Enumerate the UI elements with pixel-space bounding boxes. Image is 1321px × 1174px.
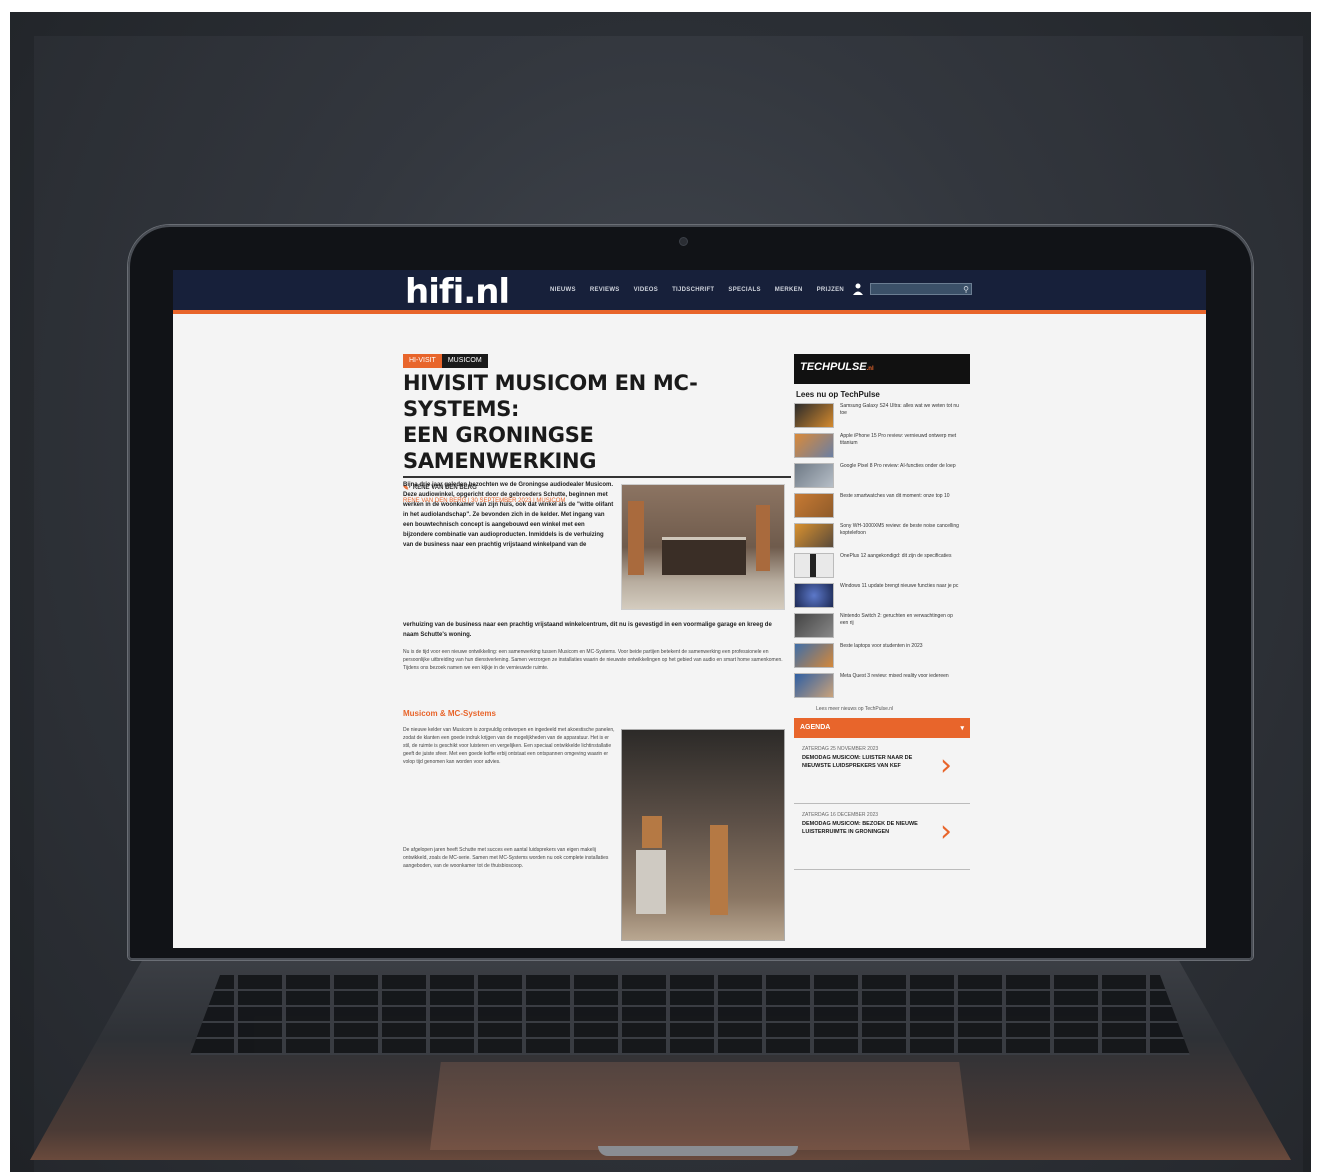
chevron-right-icon[interactable]: › <box>940 814 952 849</box>
laptop-notch <box>598 1146 798 1156</box>
tag-hivisit[interactable]: HI-VISIT <box>403 354 442 368</box>
news-thumbnail <box>794 553 834 578</box>
agenda-date: ZATERDAG 25 NOVEMBER 2023 <box>802 746 879 752</box>
news-title: Beste smartwatches van dit moment: onze … <box>840 493 950 499</box>
search-icon[interactable]: ⚲ <box>963 285 969 294</box>
sidebar-heading: Lees nu op TechPulse <box>796 390 880 399</box>
bookshelf-speaker <box>642 816 662 848</box>
news-thumbnail <box>794 523 834 548</box>
news-title: Google Pixel 8 Pro review: AI-functies o… <box>840 463 956 469</box>
list-item[interactable]: Nintendo Switch 2: geruchten en verwacht… <box>794 613 970 638</box>
article-paragraph: De nieuwe kelder van Musicom is zorgvuld… <box>403 727 615 765</box>
chevron-right-icon[interactable]: › <box>940 748 952 783</box>
techpulse-logo: TECHPULSE <box>800 361 867 373</box>
article-paragraph: Nu is de tijd voor een nieuwe ontwikkeli… <box>403 649 783 671</box>
menu-item-prijzen[interactable]: PRIJZEN <box>817 287 844 293</box>
news-thumbnail <box>794 613 834 638</box>
sidebar-news-list: Samsung Galaxy S24 Ultra: alles wat we w… <box>794 403 970 698</box>
list-item[interactable]: Windows 11 update brengt nieuwe functies… <box>794 583 970 608</box>
article-photo-hifi-setup[interactable] <box>621 484 785 610</box>
speaker-stand <box>636 850 666 914</box>
news-title: Windows 11 update brengt nieuwe functies… <box>840 583 959 589</box>
speaker-left <box>628 501 644 575</box>
agenda-header[interactable]: AGENDA ▾ <box>794 718 970 738</box>
news-title: OnePlus 12 aangekondigd: dit zijn de spe… <box>840 553 952 559</box>
laptop-trackpad <box>430 1062 970 1150</box>
chevron-down-icon: ▾ <box>960 725 964 732</box>
title-divider <box>403 476 791 478</box>
agenda-label: AGENDA <box>800 724 831 731</box>
audio-rack <box>662 537 746 575</box>
photo-frame: hifi.nl NIEUWS REVIEWS VIDEOS TIJDSCHRIF… <box>0 0 1321 1174</box>
list-item[interactable]: OnePlus 12 aangekondigd: dit zijn de spe… <box>794 553 970 578</box>
news-thumbnail <box>794 583 834 608</box>
menu-item-specials[interactable]: SPECIALS <box>728 287 760 293</box>
techpulse-banner[interactable]: TECHPULSE.nl <box>794 354 970 384</box>
keyboard-rows <box>190 975 1190 1055</box>
webcam-icon <box>679 237 688 246</box>
floorstanding-speaker <box>710 825 728 915</box>
search-input[interactable]: ⚲ <box>870 283 972 295</box>
article-title-line1: HIVISIT MUSICOM EN MC-SYSTEMS: <box>403 371 698 421</box>
user-icon[interactable] <box>853 283 863 295</box>
list-item[interactable]: Beste smartwatches van dit moment: onze … <box>794 493 970 518</box>
techpulse-suffix: .nl <box>866 366 874 372</box>
article-lead-continued: verhuizing van de business naar een prac… <box>403 622 772 638</box>
menu-item-reviews[interactable]: REVIEWS <box>590 287 620 293</box>
agenda-item[interactable]: ZATERDAG 25 NOVEMBER 2023 DEMODAG MUSICO… <box>794 746 970 804</box>
news-thumbnail <box>794 643 834 668</box>
more-news-link[interactable]: Lees meer nieuws op TechPulse.nl <box>816 706 970 712</box>
article-title-line2: EEN GRONINGSE SAMENWERKING <box>403 423 597 473</box>
news-title: Apple iPhone 15 Pro review: vernieuwd on… <box>840 433 957 446</box>
menu-item-nieuws[interactable]: NIEUWS <box>550 287 576 293</box>
laptop-lid: hifi.nl NIEUWS REVIEWS VIDEOS TIJDSCHRIF… <box>128 225 1253 960</box>
news-title: Beste laptops voor studenten in 2023 <box>840 643 923 649</box>
agenda-date: ZATERDAG 16 DECEMBER 2023 <box>802 812 879 818</box>
news-title: Sony WH-1000XM5 review: de beste noise c… <box>840 523 959 536</box>
list-item[interactable]: Samsung Galaxy S24 Ultra: alles wat we w… <box>794 403 970 428</box>
news-thumbnail <box>794 433 834 458</box>
list-item[interactable]: Apple iPhone 15 Pro review: vernieuwd on… <box>794 433 970 458</box>
menu-item-merken[interactable]: MERKEN <box>775 287 803 293</box>
tag-musicom[interactable]: MUSICOM <box>441 354 488 368</box>
list-item[interactable]: Beste laptops voor studenten in 2023 <box>794 643 970 668</box>
list-item[interactable]: Google Pixel 8 Pro review: AI-functies o… <box>794 463 970 488</box>
speaker-right <box>756 505 770 571</box>
site-navbar: hifi.nl NIEUWS REVIEWS VIDEOS TIJDSCHRIF… <box>173 270 1206 312</box>
news-title: Meta Quest 3 review: mixed reality voor … <box>840 673 949 679</box>
menu-item-videos[interactable]: VIDEOS <box>634 287 658 293</box>
article-lead: Bijna drie jaar geleden bezochten we de … <box>403 482 614 548</box>
menu-item-tijdschrift[interactable]: TIJDSCHRIFT <box>672 287 714 293</box>
site-logo[interactable]: hifi.nl <box>405 272 510 312</box>
agenda-title: DEMODAG MUSICOM: BEZOEK DE NIEUWE LUISTE… <box>802 821 918 835</box>
agenda-item[interactable]: ZATERDAG 16 DECEMBER 2023 DEMODAG MUSICO… <box>794 812 970 870</box>
sidebar: TECHPULSE.nl Lees nu op TechPulse Samsun… <box>794 354 970 870</box>
list-item[interactable]: Sony WH-1000XM5 review: de beste noise c… <box>794 523 970 548</box>
article-subheading: Musicom & MC-Systems <box>403 709 496 718</box>
article: HI-VISIT MUSICOM HIVISIT MUSICOM EN MC-S… <box>403 354 791 941</box>
laptop-screen: hifi.nl NIEUWS REVIEWS VIDEOS TIJDSCHRIF… <box>173 270 1206 948</box>
article-title: HIVISIT MUSICOM EN MC-SYSTEMS: EEN GRONI… <box>403 370 785 474</box>
news-thumbnail <box>794 463 834 488</box>
agenda-title: DEMODAG MUSICOM: LUISTER NAAR DE NIEUWST… <box>802 755 913 769</box>
news-thumbnail <box>794 493 834 518</box>
news-title: Samsung Galaxy S24 Ultra: alles wat we w… <box>840 403 959 416</box>
article-paragraph: De afgelopen jaren heeft Schutte met suc… <box>403 847 609 869</box>
article-photo-speakers[interactable] <box>621 729 785 941</box>
news-thumbnail <box>794 673 834 698</box>
list-item[interactable]: Meta Quest 3 review: mixed reality voor … <box>794 673 970 698</box>
article-tags: HI-VISIT MUSICOM <box>403 354 785 368</box>
nav-accent-stripe <box>173 310 1206 314</box>
news-thumbnail <box>794 403 834 428</box>
news-title: Nintendo Switch 2: geruchten en verwacht… <box>840 613 953 626</box>
main-menu: NIEUWS REVIEWS VIDEOS TIJDSCHRIFT SPECIA… <box>550 287 844 293</box>
